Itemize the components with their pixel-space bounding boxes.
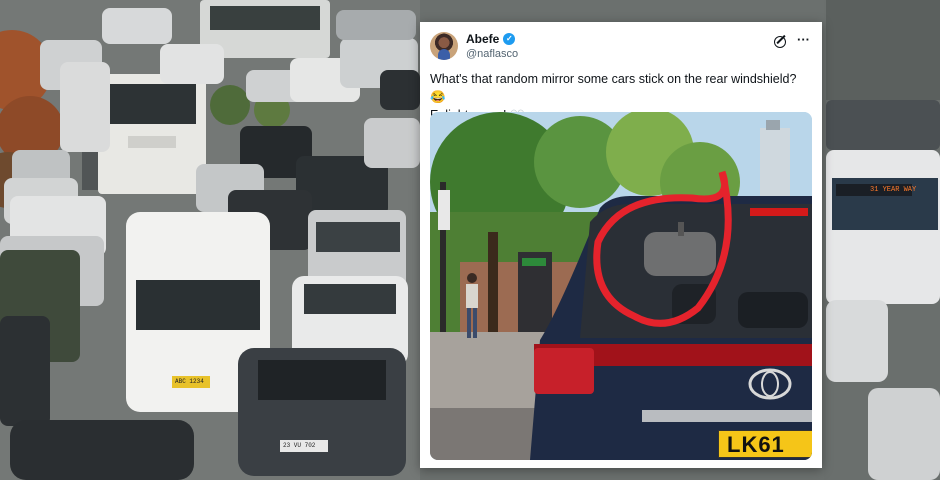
author-row: Abefe ✓ — [466, 32, 516, 46]
media-photo-svg — [430, 112, 812, 460]
bus-display-text: 31 YEAR WAY — [870, 186, 917, 194]
verified-badge-icon: ✓ — [503, 33, 516, 45]
van-plate-text: ABC 1234 — [175, 378, 204, 385]
author-handle[interactable]: @naflasco — [466, 48, 518, 60]
more-icon[interactable]: ··· — [797, 32, 810, 47]
media-license-plate: LK61 — [718, 430, 812, 458]
tweet-card[interactable]: Abefe ✓ @naflasco ··· What's that random… — [420, 22, 822, 468]
author-name[interactable]: Abefe — [466, 32, 499, 46]
car-plate-text: 23 VU 702 — [283, 442, 316, 449]
grok-icon[interactable] — [774, 36, 786, 48]
avatar[interactable] — [430, 32, 458, 60]
tweet-media-image[interactable]: LK61 — [430, 112, 812, 460]
tweet-text-line-1: What's that random mirror some cars stic… — [430, 72, 797, 104]
tweet-header: Abefe ✓ @naflasco ··· — [430, 30, 812, 64]
